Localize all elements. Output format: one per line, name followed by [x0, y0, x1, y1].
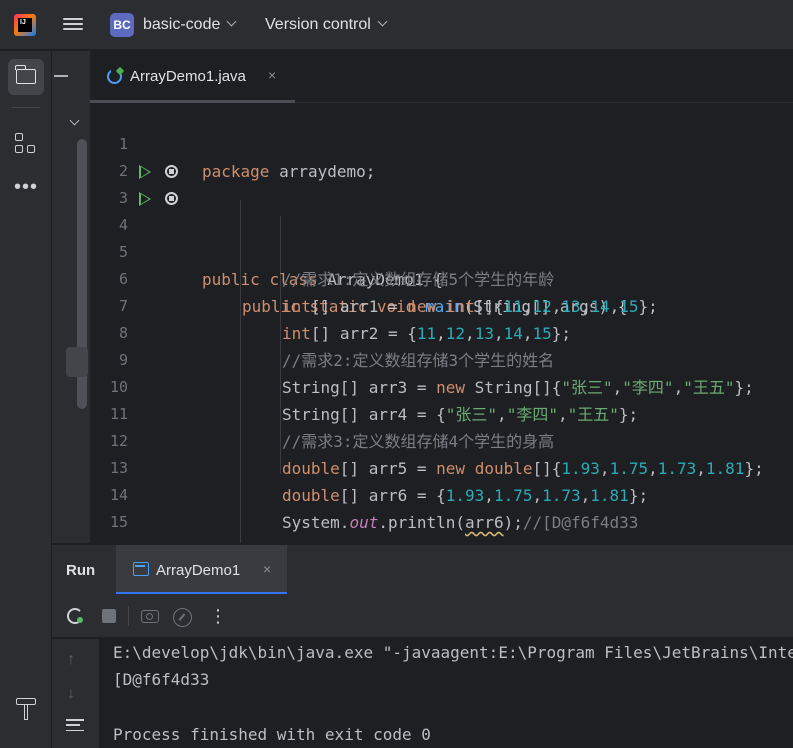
run-tab-label: ArrayDemo1: [156, 562, 241, 579]
java-class-icon: [107, 66, 125, 84]
stop-icon[interactable]: [102, 609, 116, 623]
chevron-down-icon[interactable]: [69, 115, 80, 126]
code-line: 7 int[] arr2 = {11,12,13,14,15};: [90, 266, 793, 343]
code-line: 4 public static void main(String[] args)…: [90, 185, 793, 316]
build-hammer-icon[interactable]: [14, 696, 38, 722]
scroll-thumb[interactable]: [66, 347, 88, 377]
run-panel-title: Run: [66, 562, 96, 579]
left-toolbar: •••: [0, 51, 52, 748]
arrow-up-icon[interactable]: ↑: [67, 651, 75, 669]
code-line: 6 int[] arr1 = new int[]{11,12,13,14,15}…: [90, 239, 793, 316]
breakpoint-icon[interactable]: [165, 192, 178, 205]
project-badge[interactable]: BC: [110, 13, 134, 37]
more-options-icon[interactable]: ⋮: [209, 605, 227, 627]
folder-icon: [15, 65, 36, 84]
console-side-toolbar: ↑ ↓: [52, 639, 99, 748]
profiler-gauge-icon[interactable]: [173, 608, 192, 627]
toolbar-divider: [12, 107, 40, 108]
code-line: 8 //需求2:定义数组存储3个学生的姓名: [90, 293, 793, 370]
project-panel-collapsed: [52, 51, 90, 543]
close-icon[interactable]: ×: [263, 561, 271, 577]
code-line: 16 }: [90, 509, 793, 543]
camera-icon[interactable]: [141, 610, 159, 623]
active-tab-indicator: [90, 100, 295, 103]
more-tools-icon[interactable]: •••: [14, 177, 38, 197]
rerun-icon[interactable]: [67, 608, 83, 624]
code-token: }: [242, 536, 252, 543]
editor-tab-bar: ArrayDemo1.java ×: [90, 51, 793, 103]
run-main-icon[interactable]: [139, 192, 151, 206]
breakpoint-icon[interactable]: [165, 165, 178, 178]
toolbar-divider: [128, 606, 129, 626]
minimize-icon[interactable]: [54, 75, 68, 77]
run-tool-window-header: Run ArrayDemo1 ×: [52, 544, 793, 595]
console-line: [D@f6f4d33: [113, 670, 210, 689]
jetbrains-logo-icon[interactable]: IJ: [14, 14, 36, 36]
code-line: 2: [90, 131, 793, 180]
structure-icon[interactable]: [14, 132, 38, 156]
code-line: 15 }: [90, 482, 793, 543]
run-toolbar: ⋮: [52, 594, 793, 638]
project-tool-button[interactable]: [8, 59, 44, 95]
console-line: Process finished with exit code 0: [113, 725, 431, 744]
version-control-label: Version control: [265, 16, 371, 33]
arrow-down-icon[interactable]: ↓: [67, 685, 75, 703]
close-icon[interactable]: ×: [268, 67, 276, 83]
code-line: 10 String[] arr4 = {"张三","李四","王五"};: [90, 347, 793, 424]
line-number: 16: [90, 536, 128, 543]
tab-arraydemo1-java[interactable]: ArrayDemo1.java ×: [90, 51, 295, 103]
main-menu-icon[interactable]: [63, 15, 83, 35]
code-editor[interactable]: 1 package arraydemo; 2 3 public class Ar…: [90, 104, 793, 543]
run-class-icon[interactable]: [139, 165, 151, 179]
project-name-label: basic-code: [143, 16, 221, 33]
console-output[interactable]: E:\develop\jdk\bin\java.exe "-javaagent:…: [99, 639, 793, 748]
project-selector[interactable]: basic-code: [143, 16, 237, 34]
chevron-down-icon: [226, 16, 237, 27]
chevron-down-icon: [377, 16, 388, 27]
code-line: 14 System.out.println(arr6);//[D@f6f4d33: [90, 455, 793, 532]
soft-wrap-icon[interactable]: [66, 719, 84, 733]
tab-run-arraydemo1[interactable]: ArrayDemo1 ×: [116, 545, 287, 595]
console-line: E:\develop\jdk\bin\java.exe "-javaagent:…: [113, 643, 793, 662]
code-line: 5 //需求1:定义数组存储5个学生的年龄: [90, 212, 793, 289]
tab-label: ArrayDemo1.java: [130, 68, 246, 85]
code-line: 13 double[] arr6 = {1.93,1.75,1.73,1.81}…: [90, 428, 793, 505]
version-control-menu[interactable]: Version control: [265, 16, 388, 34]
code-line: 11 //需求3:定义数组存储4个学生的身高: [90, 374, 793, 451]
code-line: 1 package arraydemo;: [90, 104, 793, 181]
code-line: 12 double[] arr5 = new double[]{1.93,1.7…: [90, 401, 793, 478]
code-line: 3 public class ArrayDemo1 {: [90, 158, 793, 289]
title-bar: IJ BC basic-code Version control: [0, 0, 793, 50]
console-icon: [133, 562, 149, 576]
code-line: 9 String[] arr3 = new String[]{"张三","李四"…: [90, 320, 793, 397]
